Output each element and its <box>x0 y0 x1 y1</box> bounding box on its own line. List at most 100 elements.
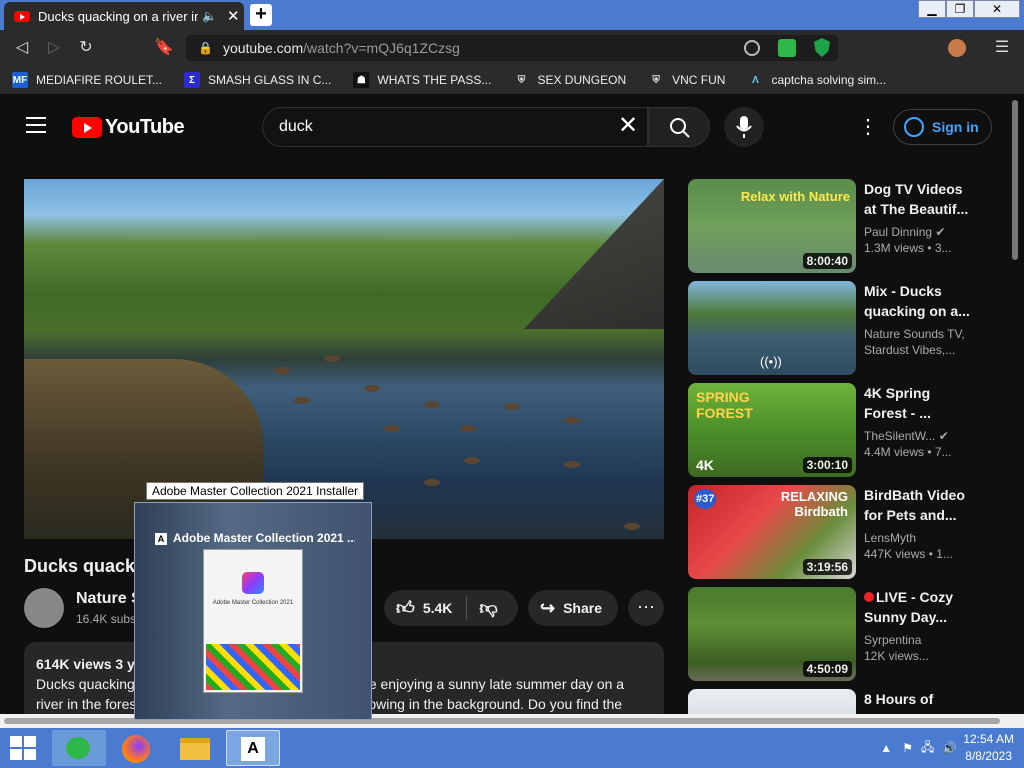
sign-in-button[interactable]: Sign in <box>893 109 992 145</box>
youtube-favicon-icon <box>14 10 30 22</box>
browser-tab[interactable]: Ducks quacking on a river in the forest … <box>4 2 244 30</box>
bookmark-icon[interactable]: 🔖 <box>154 38 174 58</box>
close-window-button[interactable]: ✕ <box>974 0 1020 18</box>
bookmark-label: MEDIAFIRE ROULET... <box>36 73 163 87</box>
clock[interactable]: 12:54 AM 8/8/2023 <box>963 731 1014 765</box>
preview-thumbnail: Adobe Master Collection 2021 <box>203 549 303 693</box>
volume-icon[interactable]: 🔊 <box>942 741 957 755</box>
video-thumbnail[interactable]: SPRING FOREST 4K 3:00:10 <box>688 383 856 477</box>
file-explorer-icon[interactable] <box>168 730 222 766</box>
reload-icon[interactable]: ↻ <box>76 38 96 58</box>
youtube-logo[interactable]: YouTube <box>72 116 185 139</box>
tab-title: Ducks quacking on a river in the forest <box>38 8 198 24</box>
quality-badge: 4K <box>696 457 714 473</box>
browser-menu-icon[interactable]: ☰ <box>992 38 1012 58</box>
profile-avatar[interactable] <box>948 39 966 57</box>
firefox-icon[interactable] <box>110 730 164 766</box>
bookmark-item[interactable]: MF MEDIAFIRE ROULET... <box>12 72 162 88</box>
minimize-button[interactable]: ▁ <box>918 0 946 18</box>
live-mix-icon: ((•)) <box>760 354 782 369</box>
video-title[interactable]: LIVE - Cozy Sunny Day... <box>864 587 974 627</box>
channel-name[interactable]: Paul Dinning ✔ <box>864 223 974 241</box>
channel-name[interactable]: Nature S <box>76 590 142 608</box>
more-actions-button[interactable]: ⋯ <box>628 590 664 626</box>
forward-icon[interactable]: ▷ <box>44 38 64 58</box>
video-title[interactable]: 4K Spring Forest - ... <box>864 383 974 423</box>
share-arrow-icon: ↪ <box>540 597 556 618</box>
share-label: Share <box>563 600 603 616</box>
notes-app-icon[interactable] <box>52 730 106 766</box>
user-icon <box>904 117 924 137</box>
bookmark-item[interactable]: Λcaptcha solving sim... <box>747 72 886 88</box>
tray-expand-icon[interactable]: ▲ <box>880 741 892 755</box>
video-duration: 8:00:40 <box>802 253 852 269</box>
thumbnail-overlay-text: RELAXING Birdbath <box>780 489 848 519</box>
channel-name[interactable]: TheSilentW... ✔ <box>864 427 974 445</box>
video-title[interactable]: BirdBath Video for Pets and... <box>864 485 974 525</box>
maximize-button[interactable]: ❐ <box>946 0 974 18</box>
notes-extension-icon[interactable] <box>778 39 796 57</box>
video-thumbnail[interactable]: ((•)) <box>688 281 856 375</box>
channel-name[interactable]: LensMyth <box>864 529 974 547</box>
back-icon[interactable]: ◁ <box>12 38 32 58</box>
recommended-video[interactable]: ((•)) Mix - Ducks quacking on a... Natur… <box>688 281 998 375</box>
like-count[interactable]: 5.4K <box>423 600 453 616</box>
channel-avatar[interactable] <box>24 588 64 628</box>
video-thumbnail[interactable] <box>688 689 856 714</box>
verified-icon: ✔ <box>935 225 946 239</box>
live-dot-icon <box>864 592 874 602</box>
bookmark-item[interactable]: ☗ WHATS THE PASS... <box>353 72 491 88</box>
search-button[interactable] <box>648 107 710 147</box>
new-tab-button[interactable]: + <box>250 4 272 26</box>
thumbs-up-icon[interactable]: 👍︎ <box>396 597 415 619</box>
clear-search-icon[interactable]: ✕ <box>618 114 638 138</box>
more-options-icon[interactable]: ⋮ <box>858 114 878 139</box>
recommended-video[interactable]: 4:50:09 LIVE - Cozy Sunny Day... Syrpent… <box>688 587 998 681</box>
preview-title: A Adobe Master Collection 2021 ... <box>155 531 355 545</box>
share-button[interactable]: ↪ Share <box>528 590 618 626</box>
video-thumbnail[interactable]: 4:50:09 <box>688 587 856 681</box>
thumbs-down-icon[interactable]: 👎︎ <box>479 597 497 619</box>
taskbar-window-preview[interactable]: A Adobe Master Collection 2021 ... Adobe … <box>134 502 372 720</box>
video-views: 447K views • 1... <box>864 547 953 561</box>
recommended-video[interactable]: #37 RELAXING Birdbath 3:19:56 BirdBath V… <box>688 485 998 579</box>
youtube-header: YouTube duck ✕ ⋮ Sign in <box>0 94 1010 160</box>
hamburger-menu-icon[interactable] <box>26 117 46 133</box>
voice-search-button[interactable] <box>724 107 764 147</box>
media-control-icon[interactable] <box>744 40 760 56</box>
url-path: /watch?v=mQJ6q1ZCzsg <box>303 40 460 56</box>
sign-in-label: Sign in <box>932 119 979 135</box>
video-thumbnail[interactable]: #37 RELAXING Birdbath 3:19:56 <box>688 485 856 579</box>
video-title[interactable]: Dog TV Videos at The Beautif... <box>864 179 974 219</box>
speaker-icon[interactable]: 🔈 <box>202 9 217 23</box>
url-domain: youtube.com <box>222 40 304 56</box>
recommended-video[interactable]: 8 Hours of <box>688 689 998 714</box>
bookmark-item[interactable]: Σ SMASH GLASS IN C... <box>184 72 331 88</box>
adobe-installer-taskbar-icon[interactable]: A <box>226 730 280 766</box>
bookmark-label: VNC FUN <box>672 73 726 87</box>
bookmark-label: WHATS THE PASS... <box>377 73 492 87</box>
bookmark-item[interactable]: ⛨ SEX DUNGEON <box>513 72 626 88</box>
lock-icon[interactable]: 🔒 <box>198 41 213 55</box>
flag-icon[interactable]: ⚑ <box>902 741 913 755</box>
video-title[interactable]: Mix - Ducks quacking on a... <box>864 281 974 321</box>
address-bar[interactable]: 🔒 youtube.com /watch?v=mQJ6q1ZCzsg <box>186 35 838 61</box>
windows-start-icon[interactable] <box>10 736 38 762</box>
channel-name[interactable]: Nature Sounds TV, <box>864 325 974 343</box>
channel-name[interactable]: Syrpentina <box>864 631 974 649</box>
video-thumbnail[interactable]: Relax with Nature 8:00:40 <box>688 179 856 273</box>
recommended-video[interactable]: Relax with Nature 8:00:40 Dog TV Videos … <box>688 179 998 273</box>
network-icon[interactable]: 🖧 <box>921 738 934 759</box>
bookmark-item[interactable]: ⛨ VNC FUN <box>648 72 725 88</box>
vertical-scrollbar[interactable] <box>1010 94 1020 714</box>
clock-time: 12:54 AM <box>963 732 1014 746</box>
video-title[interactable]: 8 Hours of <box>864 689 974 709</box>
bookmarks-bar: MF MEDIAFIRE ROULET... Σ SMASH GLASS IN C.… <box>0 66 1024 94</box>
lambda-icon: Λ <box>752 74 759 86</box>
microphone-icon <box>736 116 752 138</box>
close-tab-icon[interactable]: ✕ <box>227 7 240 25</box>
channel-name[interactable]: Stardust Vibes,... <box>864 343 974 357</box>
search-input[interactable]: duck <box>262 107 648 147</box>
taskbar: A ▲ ⚑ 🖧 🔊 12:54 AM 8/8/2023 <box>0 728 1024 768</box>
recommended-video[interactable]: SPRING FOREST 4K 3:00:10 4K Spring Fores… <box>688 383 998 477</box>
